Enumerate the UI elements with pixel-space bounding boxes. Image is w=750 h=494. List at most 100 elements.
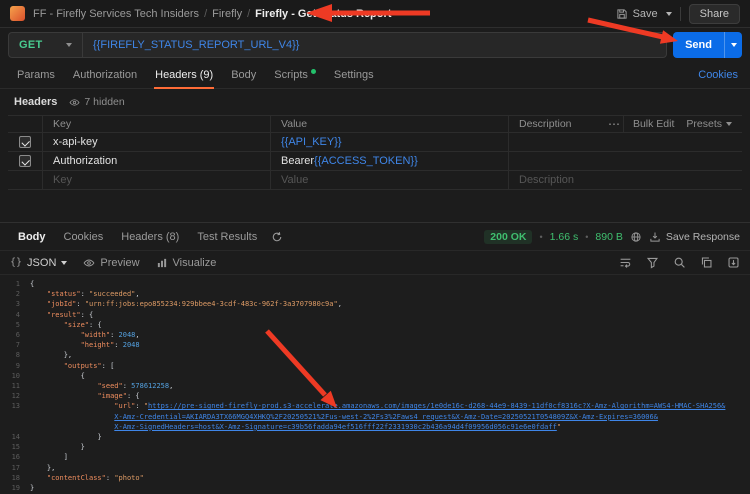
copy-icon[interactable] bbox=[700, 256, 713, 269]
send-options-caret[interactable] bbox=[724, 32, 742, 58]
code-line: 17 }, bbox=[8, 463, 750, 473]
new-value-input[interactable]: Value bbox=[270, 171, 508, 189]
new-description-input[interactable]: Description bbox=[508, 171, 742, 189]
line-number: 19 bbox=[11, 484, 20, 493]
line-number: 13 bbox=[11, 402, 20, 411]
column-description: Description bbox=[508, 116, 623, 132]
share-button[interactable]: Share bbox=[688, 3, 740, 24]
response-code[interactable]: 1{2 "status": "succeeded", 3 "jobId": "ur… bbox=[0, 275, 750, 494]
response-toolbar: {} JSON Preview Visualize bbox=[0, 250, 750, 275]
refresh-icon[interactable] bbox=[271, 231, 283, 243]
scroll-to-icon[interactable] bbox=[727, 256, 740, 269]
tab-scripts[interactable]: Scripts bbox=[265, 62, 325, 88]
code-line: 11 "seed": 578612258, bbox=[8, 381, 750, 391]
breadcrumb-separator: / bbox=[204, 7, 208, 20]
eye-off-icon bbox=[69, 97, 80, 108]
row-checkbox[interactable] bbox=[19, 155, 31, 167]
response-tab-cookies[interactable]: Cookies bbox=[56, 223, 112, 250]
eye-icon bbox=[83, 257, 95, 269]
save-menu-caret[interactable] bbox=[665, 11, 672, 16]
code-line: 4 "result": { bbox=[8, 310, 750, 320]
format-caret-icon bbox=[61, 260, 68, 265]
image-url-link[interactable]: X-Amz-Credential=AKIARDA3TX66MGQ4XHKQ%2F… bbox=[114, 413, 658, 421]
response-format-dropdown[interactable]: {} JSON bbox=[10, 257, 68, 269]
search-icon[interactable] bbox=[673, 256, 686, 269]
code-line: 6 "width": 2048, bbox=[8, 330, 750, 340]
response-tab-body[interactable]: Body bbox=[10, 223, 54, 250]
line-number: 17 bbox=[11, 463, 20, 472]
tab-settings[interactable]: Settings bbox=[325, 62, 383, 88]
new-key-input[interactable]: Key bbox=[42, 171, 270, 189]
filter-icon[interactable] bbox=[646, 256, 659, 269]
row-checkbox[interactable] bbox=[19, 136, 31, 148]
response-tab-test-results[interactable]: Test Results bbox=[189, 223, 265, 250]
header-row-x-api-key: x-api-key {{API_KEY}} bbox=[8, 133, 742, 152]
image-url-link[interactable]: https://pre-signed-firefly-prod.s3-accel… bbox=[148, 402, 725, 410]
breadcrumb-workspace[interactable]: FF - Firefly Services Tech Insiders bbox=[33, 8, 199, 20]
code-line: 13 "url": "https://pre-signed-firefly-pr… bbox=[8, 401, 750, 411]
url-input[interactable]: {{FIREFLY_STATUS_REPORT_URL_V4}} bbox=[83, 39, 666, 51]
line-number: 9 bbox=[15, 361, 20, 370]
code-line: 9 "outputs": [ bbox=[8, 361, 750, 371]
save-response-button[interactable]: Save Response bbox=[649, 231, 740, 243]
breadcrumb-folder[interactable]: Firefly bbox=[212, 8, 242, 20]
headers-editor: Headers 7 hidden Key Value Description ⋯… bbox=[0, 89, 750, 190]
workspace-icon[interactable] bbox=[10, 6, 25, 21]
response-code-lines: 1{2 "status": "succeeded", 3 "jobId": "ur… bbox=[8, 279, 750, 493]
toolbar-divider bbox=[679, 6, 681, 21]
header-value-cell[interactable]: {{API_KEY}} bbox=[270, 133, 508, 151]
cookies-link[interactable]: Cookies bbox=[698, 62, 742, 88]
tab-authorization[interactable]: Authorization bbox=[64, 62, 146, 88]
line-number bbox=[8, 422, 30, 432]
presets-dropdown[interactable]: Presets bbox=[686, 118, 732, 130]
response-header: Body Cookies Headers (8) Test Results 20… bbox=[0, 223, 750, 250]
header-key-cell[interactable]: Authorization bbox=[42, 152, 270, 170]
response-tab-headers[interactable]: Headers (8) bbox=[113, 223, 187, 250]
more-options-icon[interactable]: ⋯ bbox=[608, 117, 621, 131]
tab-params[interactable]: Params bbox=[8, 62, 64, 88]
headers-table-header: Key Value Description ⋯ Bulk Edit Preset… bbox=[8, 115, 742, 133]
line-number: 11 bbox=[11, 382, 20, 391]
top-bar: FF - Firefly Services Tech Insiders / Fi… bbox=[0, 0, 750, 28]
line-number: 3 bbox=[15, 300, 20, 309]
scripts-dot-indicator bbox=[310, 68, 316, 74]
hidden-headers-toggle[interactable]: 7 hidden bbox=[69, 96, 125, 108]
breadcrumb-separator: / bbox=[247, 7, 251, 20]
column-key: Key bbox=[42, 116, 270, 132]
response-panel: Body Cookies Headers (8) Test Results 20… bbox=[0, 222, 750, 494]
line-number: 6 bbox=[15, 331, 20, 340]
response-time: 1.66 s bbox=[549, 230, 579, 243]
bulk-edit-button[interactable]: Bulk Edit bbox=[633, 118, 674, 130]
tab-headers[interactable]: Headers (9) bbox=[146, 62, 222, 89]
code-line: 7 "height": 2048 bbox=[8, 340, 750, 350]
save-button[interactable]: Save bbox=[616, 8, 658, 20]
line-number: 4 bbox=[15, 310, 20, 319]
code-line: 18 "contentClass": "photo" bbox=[8, 473, 750, 483]
method-caret-icon bbox=[66, 43, 72, 47]
line-number: 10 bbox=[11, 371, 20, 380]
save-button-label: Save bbox=[632, 7, 658, 20]
request-bar: GET {{FIREFLY_STATUS_REPORT_URL_V4}} Sen… bbox=[0, 28, 750, 62]
tab-body[interactable]: Body bbox=[222, 62, 265, 88]
wrap-text-icon[interactable] bbox=[619, 256, 632, 269]
method-label: GET bbox=[19, 39, 43, 51]
preview-button[interactable]: Preview bbox=[83, 257, 140, 269]
visualize-button[interactable]: Visualize bbox=[156, 257, 216, 269]
header-description-cell[interactable] bbox=[508, 133, 742, 151]
header-key-cell[interactable]: x-api-key bbox=[42, 133, 270, 151]
send-button[interactable]: Send bbox=[673, 32, 724, 58]
breadcrumb-request-title: Firefly - Get Status Report bbox=[255, 7, 392, 20]
image-url-link[interactable]: X-Amz-SignedHeaders=host&X-Amz-Signature… bbox=[114, 423, 557, 431]
header-row-authorization: Authorization Bearer {{ACCESS_TOKEN}} bbox=[8, 152, 742, 171]
braces-icon: {} bbox=[10, 257, 23, 268]
line-number: 7 bbox=[15, 341, 20, 350]
response-size: 890 B bbox=[595, 230, 623, 243]
header-description-cell[interactable] bbox=[508, 152, 742, 170]
line-number: 12 bbox=[11, 392, 20, 401]
method-dropdown[interactable]: GET bbox=[9, 33, 83, 57]
chart-icon bbox=[156, 257, 168, 269]
network-icon[interactable] bbox=[630, 231, 642, 243]
header-value-cell[interactable]: Bearer {{ACCESS_TOKEN}} bbox=[270, 152, 508, 170]
code-line: 5 "size": { bbox=[8, 320, 750, 330]
code-line: 8 }, bbox=[8, 350, 750, 360]
